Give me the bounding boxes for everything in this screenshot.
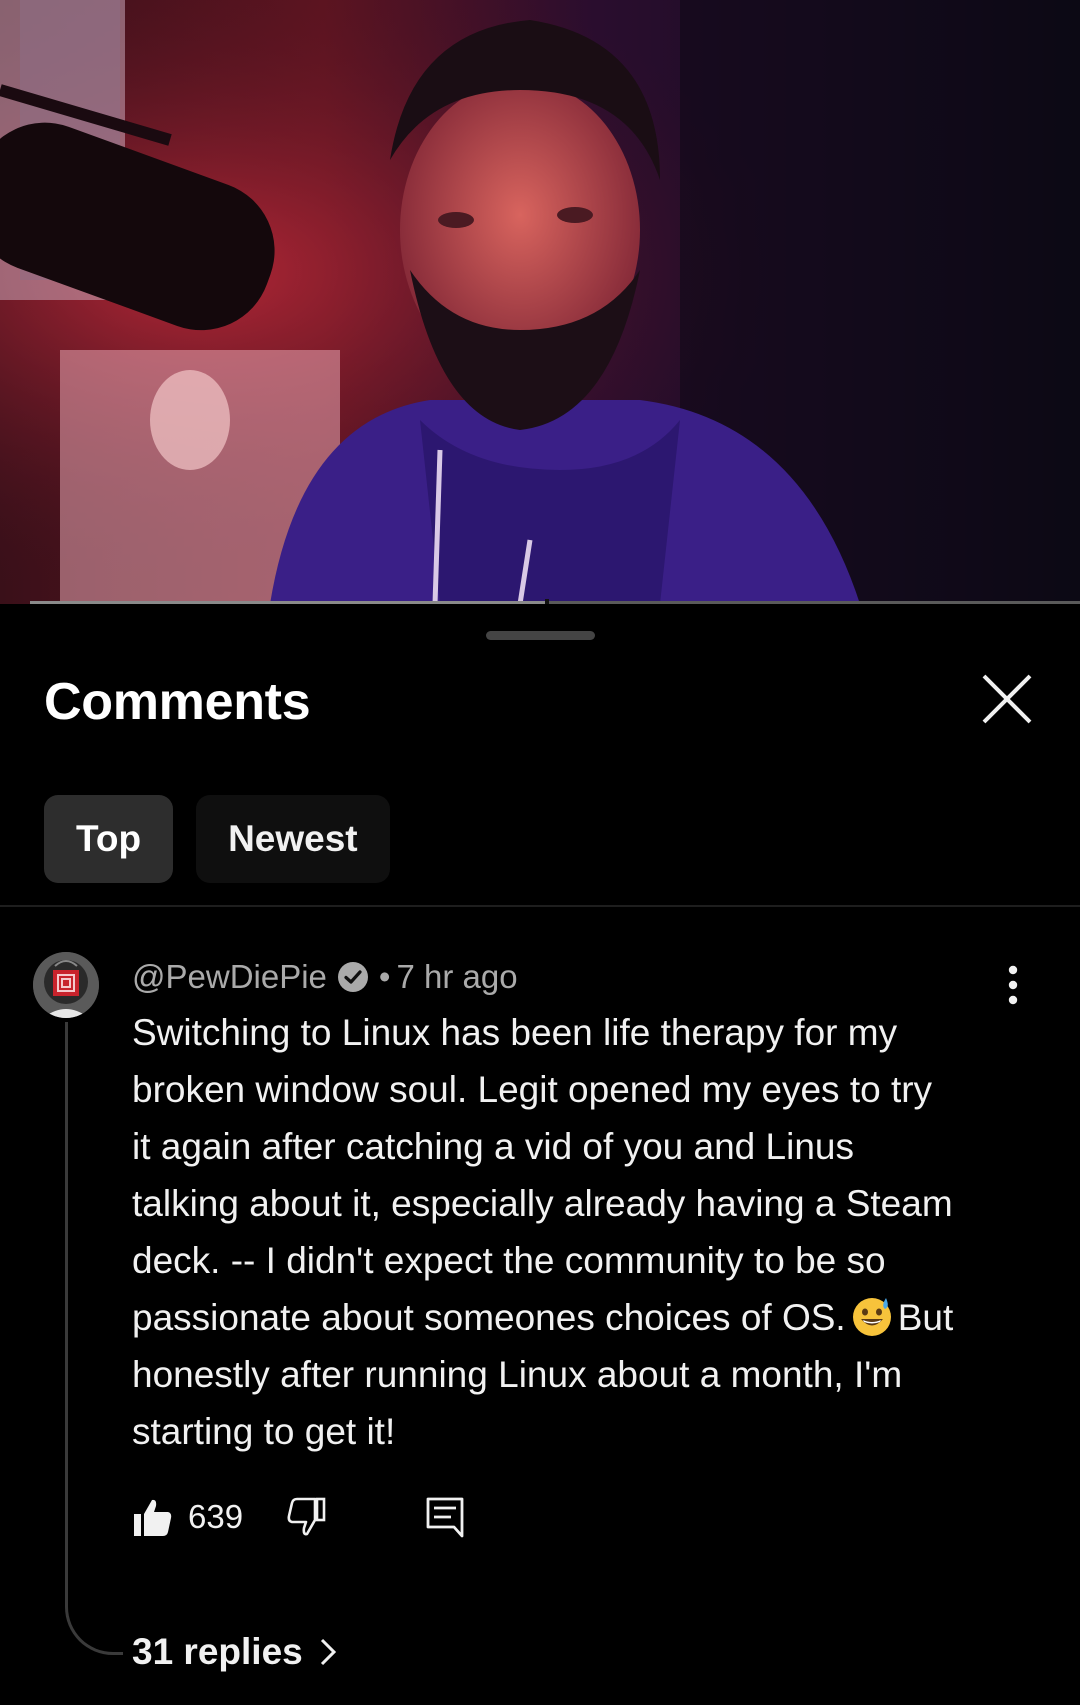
close-button[interactable] <box>980 672 1034 726</box>
comment-line: it again after catching a vid of you and… <box>132 1126 854 1167</box>
comment-actions: 639 <box>132 1492 465 1542</box>
comment-line: starting to get it! <box>132 1411 396 1452</box>
comment-line: broken window soul. Legit opened my eyes… <box>132 1069 933 1110</box>
screen: Comments Top Newest @PewDiePie • 7 hr ag… <box>0 0 1080 1705</box>
grinning-face-with-sweat-icon <box>852 1298 891 1336</box>
view-replies-button[interactable]: 31 replies <box>132 1628 337 1676</box>
comment-text: Switching to Linux has been life therapy… <box>132 1004 1032 1460</box>
like-count: 639 <box>188 1498 244 1535</box>
video-frame <box>0 0 1080 604</box>
sort-chips: Top Newest <box>44 795 390 883</box>
comment-time: 7 hr ago <box>396 958 518 995</box>
video-progress-bar[interactable] <box>30 599 1080 604</box>
comments-title: Comments <box>44 673 311 731</box>
thread-line <box>65 1022 123 1655</box>
reply-comment-icon <box>426 1497 464 1538</box>
close-icon <box>982 674 1032 724</box>
comment-line-text: passionate about someones choices of OS. <box>132 1297 846 1338</box>
comment-line: talking about it, especially already hav… <box>132 1183 953 1224</box>
reply-button[interactable] <box>425 1496 465 1538</box>
video-progress-fill <box>30 601 545 604</box>
chip-newest[interactable]: Newest <box>196 795 390 883</box>
chevron-right-icon <box>320 1638 336 1666</box>
video-player[interactable] <box>0 0 1080 604</box>
replies-label: 31 replies <box>132 1631 303 1672</box>
more-vertical-icon <box>1008 965 1018 1005</box>
like-button[interactable]: 639 <box>132 1496 243 1538</box>
thumbs-down-icon <box>287 1497 326 1536</box>
comment-line: honestly after running Linux about a mon… <box>132 1354 903 1395</box>
comment-line-with-emoji: passionate about someones choices of OS.… <box>132 1289 1032 1346</box>
comment-line: Switching to Linux has been life therapy… <box>132 1012 898 1053</box>
sheet-drag-handle[interactable] <box>486 631 595 640</box>
comment-line-text: But <box>897 1297 954 1338</box>
comment-line: deck. -- I didn't expect the community t… <box>132 1240 886 1281</box>
meta-separator: • <box>378 958 391 995</box>
chip-top[interactable]: Top <box>44 795 174 883</box>
thumbs-up-icon <box>134 1499 172 1536</box>
avatar[interactable] <box>33 952 99 1018</box>
comment-author[interactable]: @PewDiePie <box>132 958 327 996</box>
dislike-button[interactable] <box>285 1496 327 1538</box>
video-progress-marker <box>544 599 549 604</box>
more-button[interactable] <box>998 965 1018 1005</box>
divider <box>0 905 1080 907</box>
avatar-image <box>33 952 99 1018</box>
verified-check-icon <box>337 961 369 993</box>
comment-meta: @PewDiePie • 7 hr ago <box>132 955 518 999</box>
